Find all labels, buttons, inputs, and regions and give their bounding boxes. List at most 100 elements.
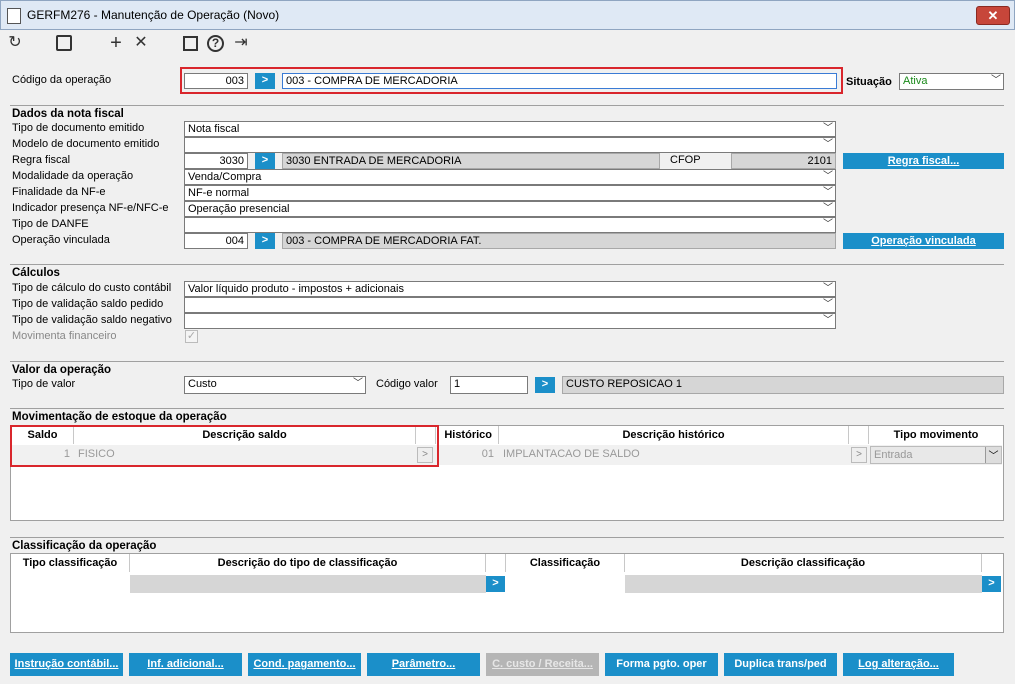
chevron-down-icon: ﹀ [823,171,833,182]
classificacao-lookup-button[interactable]: > [982,576,1001,592]
divider [10,408,1004,409]
vinculada-code-input[interactable]: 004 [184,233,248,249]
divider [10,264,1004,265]
codigo-valor-label: Código valor [376,378,438,390]
col-classificacao: Classificação [506,554,625,572]
codigo-valor-input[interactable]: 1 [450,376,528,394]
delete-icon[interactable]: ✕ [132,34,150,52]
modelo-label: Modelo de documento emitido [12,138,160,150]
chevron-down-icon: ﹀ [823,283,833,294]
window-titlebar: GERFM276 - Manutenção de Operação (Novo)… [0,0,1015,30]
finalidade-label: Finalidade da NF-e [12,186,106,198]
tipo-valor-value: Custo [188,378,217,390]
valor-title: Valor da operação [12,364,112,376]
tipo-movimento-select[interactable]: Entrada ﹀ [870,446,1002,464]
duplica-button[interactable]: Duplica trans/ped [724,653,837,676]
custo-label: Tipo de cálculo do custo contábil [12,282,172,294]
calculos-title: Cálculos [12,267,60,279]
col-descricao-classificacao: Descrição classificação [625,554,982,572]
indicador-label: Indicador presença NF-e/NFC-e [12,202,169,214]
chevron-down-icon: ﹀ [823,203,833,214]
tipo-valor-label: Tipo de valor [12,378,76,390]
add-icon[interactable]: + [107,33,125,53]
col-descricao-historico: Descrição histórico [499,426,849,444]
indicador-value: Operação presencial [188,203,290,215]
col-historico: Histórico [436,426,499,444]
indicador-select[interactable]: Operação presencial ﹀ [184,201,836,217]
chevron-down-icon: ﹀ [985,447,1001,463]
modalidade-label: Modalidade da operação [12,170,134,182]
negativo-select[interactable]: ﹀ [184,313,836,329]
custo-value: Valor líquido produto - impostos + adici… [188,283,404,295]
classificacao-cell[interactable] [625,575,982,593]
financeiro-checkbox[interactable]: ✓ [185,330,198,343]
danfe-select[interactable]: ﹀ [184,217,836,233]
col-descricao-tipo: Descrição do tipo de classificação [130,554,486,572]
modelo-select[interactable]: ﹀ [184,137,836,153]
regra-fiscal-button[interactable]: Regra fiscal... [843,153,1004,169]
finalidade-select[interactable]: NF-e normal ﹀ [184,185,836,201]
modalidade-select[interactable]: Venda/Compra ﹀ [184,169,836,185]
saldo-highlight [10,425,439,467]
parametro-button[interactable]: Parâmetro... [367,653,480,676]
divider [10,361,1004,362]
situacao-value: Ativa [903,75,928,87]
pedido-select[interactable]: ﹀ [184,297,836,313]
chevron-down-icon: ﹀ [823,187,833,198]
centro-custo-button[interactable]: C. custo / Receita... [486,653,599,676]
situacao-select[interactable]: Ativa ﹀ [899,73,1004,90]
inf-adicional-button[interactable]: Inf. adicional... [129,653,242,676]
tipo-doc-select[interactable]: Nota fiscal ﹀ [184,121,836,137]
forma-pgto-button[interactable]: Forma pgto. oper [605,653,718,676]
close-button[interactable]: ✕ [976,6,1010,25]
exit-icon[interactable]: ⇥ [232,34,250,52]
cond-pagamento-button[interactable]: Cond. pagamento... [248,653,361,676]
codigo-valor-desc: CUSTO REPOSICAO 1 [562,376,1004,394]
nota-title: Dados da nota fiscal [12,108,124,120]
historico-cell: 01 [481,448,494,460]
log-alteracao-button[interactable]: Log alteração... [843,653,954,676]
refresh-icon[interactable]: ↻ [6,34,24,52]
codigo-go-button[interactable]: > [255,73,275,89]
regra-label: Regra fiscal [12,154,71,166]
col-tipo-classificacao: Tipo classificação [11,554,130,572]
vinculada-label: Operação vinculada [12,234,110,246]
chevron-down-icon: ﹀ [823,299,833,310]
instrucao-contabil-button[interactable]: Instrução contábil... [10,653,123,676]
tipo-doc-value: Nota fiscal [188,123,240,135]
chevron-down-icon: ﹀ [823,219,833,230]
tipo-doc-label: Tipo de documento emitido [12,122,145,134]
tipo-lookup-button[interactable]: > [486,576,505,592]
codigo-desc-input[interactable]: 003 - COMPRA DE MERCADORIA [282,73,837,89]
descricao-historico-cell: IMPLANTACAO DE SALDO [503,448,640,460]
vinculada-go-button[interactable]: > [255,233,275,249]
chevron-down-icon: ﹀ [991,75,1001,86]
danfe-label: Tipo de DANFE [12,218,89,230]
classificacao-grid: Tipo classificação Descrição do tipo de … [10,553,1004,633]
financeiro-label: Movimenta financeiro [12,330,117,342]
tipo-classificacao-cell[interactable] [130,575,486,593]
save-icon[interactable] [56,35,72,51]
chevron-down-icon: ﹀ [823,123,833,134]
historico-lookup-button[interactable]: > [851,447,867,463]
modalidade-value: Venda/Compra [188,171,262,183]
negativo-label: Tipo de validação saldo negativo [12,314,172,326]
cfop-label: CFOP [670,154,701,166]
codigo-label: Código da operação [12,74,112,86]
window-title: GERFM276 - Manutenção de Operação (Novo) [27,8,280,22]
codigo-valor-go-button[interactable]: > [535,377,555,393]
finalidade-value: NF-e normal [188,187,250,199]
regra-code-input[interactable]: 3030 [184,153,248,169]
codigo-input[interactable]: 003 [184,73,248,89]
chevron-down-icon: ﹀ [353,378,363,389]
operacao-vinculada-button[interactable]: Operação vinculada [843,233,1004,249]
col-spacer [849,426,869,444]
calendar-icon[interactable] [183,36,198,51]
help-icon[interactable]: ? [207,35,224,52]
regra-go-button[interactable]: > [255,153,275,169]
regra-desc: 3030 ENTRADA DE MERCADORIA [282,153,660,169]
tipo-valor-select[interactable]: Custo ﹀ [184,376,366,394]
custo-select[interactable]: Valor líquido produto - impostos + adici… [184,281,836,297]
col-spacer [486,554,506,572]
tipo-movimento-value: Entrada [874,449,913,461]
